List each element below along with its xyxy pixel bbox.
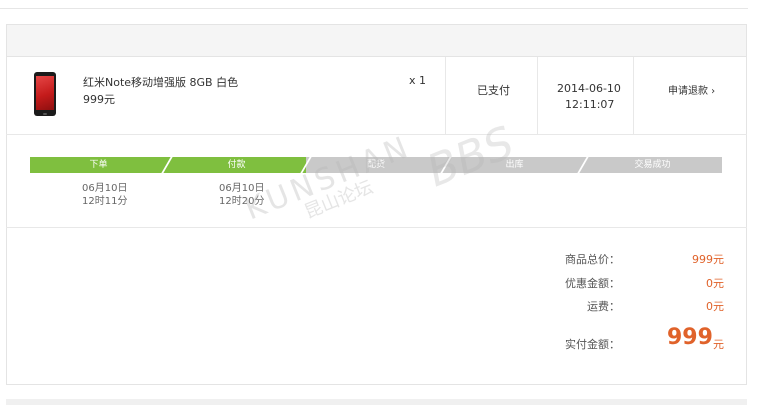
product-quantity: x 1 xyxy=(409,74,427,87)
column-divider xyxy=(537,57,538,134)
column-divider xyxy=(633,57,634,134)
product-price: 999元 xyxy=(83,93,115,106)
top-divider xyxy=(0,8,748,9)
subtotal-label: 商品总价： xyxy=(565,253,620,266)
product-thumbnail[interactable] xyxy=(34,72,56,116)
progress-step-complete: 交易成功 xyxy=(583,157,722,173)
order-time: 12:11:07 xyxy=(565,98,615,111)
shipping-label: 运费： xyxy=(587,300,620,313)
column-divider xyxy=(445,57,446,134)
progress-step-payment: 付款 xyxy=(167,157,306,173)
step-order-time: 12时11分 xyxy=(82,196,128,207)
order-date: 2014-06-10 xyxy=(557,82,621,95)
subtotal-value: 999元 xyxy=(692,253,724,266)
discount-label: 优惠金额： xyxy=(565,277,620,290)
product-name[interactable]: 红米Note移动增强版 8GB 白色 xyxy=(83,74,238,90)
bottom-bar xyxy=(6,399,747,405)
paid-label: 实付金额： xyxy=(565,338,620,351)
payment-status: 已支付 xyxy=(477,84,510,97)
progress-step-order: 下单 xyxy=(30,157,167,173)
summary-top-border xyxy=(6,227,747,228)
refund-link[interactable]: 申请退款 › xyxy=(668,82,715,97)
discount-value: 0元 xyxy=(706,277,724,290)
shipping-value: 0元 xyxy=(706,300,724,313)
item-row-bottom-border xyxy=(6,134,747,135)
order-card-header xyxy=(6,24,747,57)
paid-unit: 元 xyxy=(713,338,724,351)
